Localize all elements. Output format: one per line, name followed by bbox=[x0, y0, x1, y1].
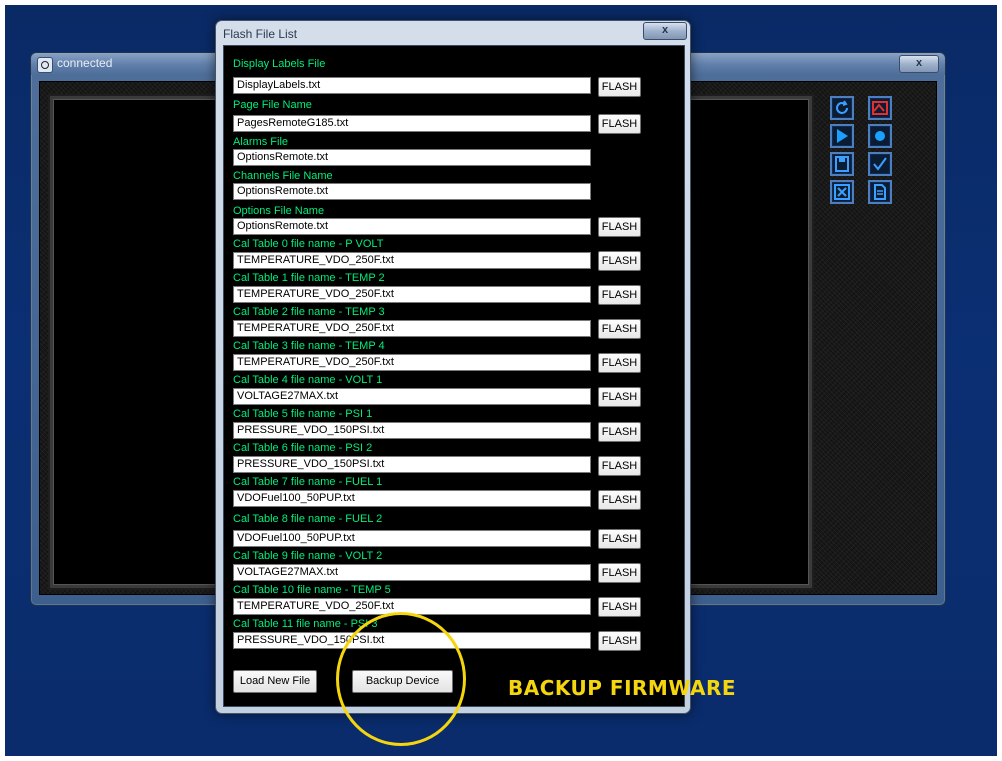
flash-button[interactable]: FLASH bbox=[598, 563, 641, 583]
dialog-body: Display Labels File DisplayLabels.txt FL… bbox=[223, 45, 685, 707]
play-button[interactable] bbox=[830, 124, 854, 148]
play-icon bbox=[837, 129, 848, 143]
flash-button[interactable]: FLASH bbox=[598, 597, 641, 617]
save-icon bbox=[835, 156, 849, 172]
flash-button[interactable]: FLASH bbox=[598, 631, 641, 651]
chart-button[interactable] bbox=[868, 96, 892, 120]
close-box-icon bbox=[834, 184, 850, 200]
flash-button[interactable]: FLASH bbox=[598, 114, 641, 134]
field-label: Cal Table 9 file name - VOLT 2 bbox=[233, 550, 383, 562]
refresh-button[interactable] bbox=[830, 96, 854, 120]
field-label: Page File Name bbox=[233, 99, 312, 111]
flash-button[interactable]: FLASH bbox=[598, 251, 641, 271]
document-button[interactable] bbox=[868, 180, 892, 204]
display-labels-file-input[interactable]: DisplayLabels.txt bbox=[233, 77, 591, 94]
app-icon bbox=[37, 57, 53, 73]
channels-file-input[interactable]: OptionsRemote.txt bbox=[233, 183, 591, 200]
flash-button[interactable]: FLASH bbox=[598, 422, 641, 442]
cal-table-input[interactable]: VDOFuel100_50PUP.txt bbox=[233, 490, 591, 507]
field-label: Cal Table 0 file name - P VOLT bbox=[233, 238, 384, 250]
cal-table-input[interactable]: VDOFuel100_50PUP.txt bbox=[233, 530, 591, 547]
field-label: Cal Table 1 file name - TEMP 2 bbox=[233, 272, 385, 284]
check-icon bbox=[873, 157, 887, 171]
check-button[interactable] bbox=[868, 152, 892, 176]
cal-table-input[interactable]: TEMPERATURE_VDO_250F.txt bbox=[233, 354, 591, 371]
field-label: Cal Table 3 file name - TEMP 4 bbox=[233, 340, 385, 352]
flash-button[interactable]: FLASH bbox=[598, 217, 641, 237]
alarms-file-input[interactable]: OptionsRemote.txt bbox=[233, 149, 591, 166]
cal-table-input[interactable]: TEMPERATURE_VDO_250F.txt bbox=[233, 286, 591, 303]
field-label: Cal Table 4 file name - VOLT 1 bbox=[233, 374, 383, 386]
field-label: Cal Table 8 file name - FUEL 2 bbox=[233, 513, 383, 525]
field-label: Options File Name bbox=[233, 205, 325, 217]
flash-button[interactable]: FLASH bbox=[598, 285, 641, 305]
window-title: connected bbox=[57, 56, 113, 70]
cal-table-input[interactable]: TEMPERATURE_VDO_250F.txt bbox=[233, 252, 591, 269]
flash-button[interactable]: FLASH bbox=[598, 319, 641, 339]
refresh-icon bbox=[836, 100, 848, 114]
field-label: Cal Table 6 file name - PSI 2 bbox=[233, 442, 373, 454]
annotation-label: BACKUP FIRMWARE bbox=[508, 676, 737, 700]
flash-button[interactable]: FLASH bbox=[598, 353, 641, 373]
cal-table-input[interactable]: PRESSURE_VDO_150PSI.txt bbox=[233, 456, 591, 473]
field-label: Alarms File bbox=[233, 136, 289, 148]
flash-file-list-dialog: Flash File List x Display Labels File Di… bbox=[215, 20, 691, 714]
cal-table-input[interactable]: VOLTAGE27MAX.txt bbox=[233, 564, 591, 581]
delete-button[interactable] bbox=[830, 180, 854, 204]
flash-button[interactable]: FLASH bbox=[598, 387, 641, 407]
dialog-close-button[interactable]: x bbox=[643, 22, 687, 40]
field-label: Cal Table 10 file name - TEMP 5 bbox=[233, 584, 391, 596]
cal-table-input[interactable]: TEMPERATURE_VDO_250F.txt bbox=[233, 320, 591, 337]
page-file-input[interactable]: PagesRemoteG185.txt bbox=[233, 115, 591, 132]
flash-button[interactable]: FLASH bbox=[598, 456, 641, 476]
flash-button[interactable]: FLASH bbox=[598, 490, 641, 510]
field-label: Display Labels File bbox=[233, 58, 326, 70]
document-icon bbox=[874, 184, 886, 200]
field-label: Cal Table 2 file name - TEMP 3 bbox=[233, 306, 385, 318]
load-new-file-button[interactable]: Load New File bbox=[233, 670, 317, 693]
field-label: Cal Table 7 file name - FUEL 1 bbox=[233, 476, 383, 488]
flash-button[interactable]: FLASH bbox=[598, 529, 641, 549]
options-file-input[interactable]: OptionsRemote.txt bbox=[233, 218, 591, 235]
window-close-button[interactable]: x bbox=[899, 55, 939, 73]
cal-table-input[interactable]: PRESSURE_VDO_150PSI.txt bbox=[233, 422, 591, 439]
record-button[interactable] bbox=[868, 124, 892, 148]
cal-table-input[interactable]: VOLTAGE27MAX.txt bbox=[233, 388, 591, 405]
record-icon bbox=[875, 131, 885, 141]
save-button[interactable] bbox=[830, 152, 854, 176]
chart-icon bbox=[872, 101, 888, 115]
dialog-title: Flash File List bbox=[223, 27, 298, 41]
flash-button[interactable]: FLASH bbox=[598, 77, 641, 97]
field-label: Cal Table 5 file name - PSI 1 bbox=[233, 408, 373, 420]
field-label: Channels File Name bbox=[233, 170, 333, 182]
highlight-circle bbox=[336, 612, 466, 746]
